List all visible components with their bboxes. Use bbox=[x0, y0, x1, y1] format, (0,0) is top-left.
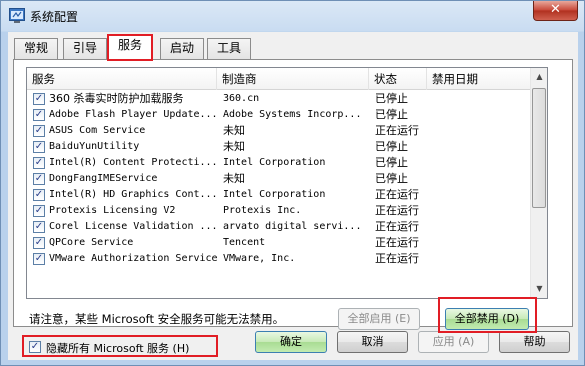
table-row[interactable]: ✓ DongFangIMEService 未知 已停止 bbox=[27, 171, 532, 187]
service-status: 已停止 bbox=[375, 172, 408, 185]
service-manufacturer: Tencent bbox=[223, 237, 266, 248]
enable-all-button[interactable]: 全部启用 (E) bbox=[338, 308, 420, 330]
checkbox-checked-icon[interactable]: ✓ bbox=[29, 341, 41, 353]
table-row[interactable]: ✓ QPCore Service Tencent 正在运行 bbox=[27, 235, 532, 251]
service-name: 360 杀毒实时防护加载服务 bbox=[49, 92, 184, 105]
disable-all-button[interactable]: 全部禁用 (D) bbox=[445, 308, 529, 330]
service-name: QPCore Service bbox=[49, 237, 134, 248]
checkbox-checked-icon[interactable]: ✓ bbox=[33, 125, 45, 137]
service-manufacturer: arvato digital servi... bbox=[223, 221, 362, 232]
table-row[interactable]: ✓ Intel(R) Content Protecti... Intel Cor… bbox=[27, 155, 532, 171]
hide-microsoft-services-checkbox[interactable]: ✓ 隐藏所有 Microsoft 服务 (H) bbox=[22, 335, 218, 357]
checkbox-checked-icon[interactable]: ✓ bbox=[33, 173, 45, 185]
window-title: 系统配置 bbox=[30, 10, 79, 24]
scroll-up-icon[interactable]: ▲ bbox=[532, 69, 547, 85]
service-manufacturer: Intel Corporation bbox=[223, 189, 326, 200]
tab-label: 启动 bbox=[170, 41, 195, 55]
table-row[interactable]: ✓ Intel(R) HD Graphics Cont... Intel Cor… bbox=[27, 187, 532, 203]
cancel-button[interactable]: 取消 bbox=[337, 331, 408, 353]
service-status: 正在运行 bbox=[375, 188, 419, 201]
service-manufacturer: 未知 bbox=[223, 172, 245, 185]
service-rows: ✓ 360 杀毒实时防护加载服务 360.cn 已停止 ✓ Adobe Flas… bbox=[27, 91, 532, 267]
service-manufacturer: 360.cn bbox=[223, 93, 260, 104]
services-list[interactable]: 服务 制造商 状态 禁用日期 ✓ 360 杀毒实时防护加载服务 360.cn 已… bbox=[26, 67, 548, 299]
checkbox-checked-icon[interactable]: ✓ bbox=[33, 253, 45, 265]
service-status: 已停止 bbox=[375, 108, 408, 121]
service-status: 已停止 bbox=[375, 156, 408, 169]
table-row[interactable]: ✓ Corel License Validation ... arvato di… bbox=[27, 219, 532, 235]
service-name: Intel(R) Content Protecti... bbox=[49, 157, 217, 168]
service-manufacturer: VMware, Inc. bbox=[223, 253, 296, 264]
services-panel: 服务 制造商 状态 禁用日期 ✓ 360 杀毒实时防护加载服务 360.cn 已… bbox=[13, 59, 573, 333]
tab-tools[interactable]: 工具 bbox=[207, 38, 252, 59]
table-row[interactable]: ✓ Protexis Licensing V2 Protexis Inc. 正在… bbox=[27, 203, 532, 219]
ok-button[interactable]: 确定 bbox=[255, 331, 327, 353]
help-button[interactable]: 帮助 bbox=[499, 331, 570, 353]
column-header-status[interactable]: 状态 bbox=[369, 68, 427, 90]
checkbox-checked-icon[interactable]: ✓ bbox=[33, 205, 45, 217]
service-name: VMware Authorization Service bbox=[49, 253, 217, 264]
tab-label: 工具 bbox=[217, 41, 242, 55]
service-name: Adobe Flash Player Update... bbox=[49, 109, 217, 120]
system-config-window: 系统配置 ✕ 常规 引导 服务 启动 工具 服务 制造商 状态 禁用日期 ✓ 3… bbox=[0, 0, 585, 366]
checkbox-checked-icon[interactable]: ✓ bbox=[33, 189, 45, 201]
tab-label: 常规 bbox=[24, 41, 49, 55]
tab-general[interactable]: 常规 bbox=[14, 38, 59, 59]
service-status: 正在运行 bbox=[375, 236, 419, 249]
close-icon: ✕ bbox=[550, 2, 561, 17]
column-header-service[interactable]: 服务 bbox=[27, 68, 217, 90]
scrollbar-thumb[interactable] bbox=[532, 88, 546, 208]
service-name: Intel(R) HD Graphics Cont... bbox=[49, 189, 217, 200]
service-manufacturer: Adobe Systems Incorp... bbox=[223, 109, 362, 120]
checkbox-checked-icon[interactable]: ✓ bbox=[33, 237, 45, 249]
close-button[interactable]: ✕ bbox=[533, 1, 578, 21]
service-manufacturer: Intel Corporation bbox=[223, 157, 326, 168]
checkbox-checked-icon[interactable]: ✓ bbox=[33, 157, 45, 169]
tab-startup[interactable]: 启动 bbox=[160, 38, 205, 59]
service-status: 正在运行 bbox=[375, 220, 419, 233]
column-header-manufacturer[interactable]: 制造商 bbox=[217, 68, 369, 90]
table-row[interactable]: ✓ Adobe Flash Player Update... Adobe Sys… bbox=[27, 107, 532, 123]
msconfig-icon bbox=[9, 8, 25, 23]
checkbox-checked-icon[interactable]: ✓ bbox=[33, 109, 45, 121]
tab-services[interactable]: 服务 bbox=[106, 34, 154, 61]
list-header: 服务 制造商 状态 禁用日期 bbox=[27, 68, 532, 90]
table-row[interactable]: ✓ 360 杀毒实时防护加载服务 360.cn 已停止 bbox=[27, 91, 532, 107]
tab-label: 服务 bbox=[118, 38, 143, 52]
service-status: 已停止 bbox=[375, 92, 408, 105]
apply-button[interactable]: 应用 (A) bbox=[418, 331, 489, 353]
security-note: 请注意，某些 Microsoft 安全服务可能无法禁用。 bbox=[29, 312, 285, 326]
service-status: 已停止 bbox=[375, 140, 408, 153]
service-name: BaiduYunUtility bbox=[49, 141, 140, 152]
column-header-disabled-date[interactable]: 禁用日期 bbox=[427, 68, 532, 90]
service-manufacturer: 未知 bbox=[223, 124, 245, 137]
tab-label: 引导 bbox=[73, 41, 98, 55]
checkbox-checked-icon[interactable]: ✓ bbox=[33, 221, 45, 233]
table-row[interactable]: ✓ BaiduYunUtility 未知 已停止 bbox=[27, 139, 532, 155]
tab-boot[interactable]: 引导 bbox=[63, 38, 108, 59]
service-name: DongFangIMEService bbox=[49, 173, 158, 184]
service-status: 正在运行 bbox=[375, 124, 419, 137]
service-manufacturer: Protexis Inc. bbox=[223, 205, 302, 216]
service-name: Protexis Licensing V2 bbox=[49, 205, 176, 216]
checkbox-checked-icon[interactable]: ✓ bbox=[33, 93, 45, 105]
service-manufacturer: 未知 bbox=[223, 140, 245, 153]
service-status: 正在运行 bbox=[375, 252, 419, 265]
table-row[interactable]: ✓ ASUS Com Service 未知 正在运行 bbox=[27, 123, 532, 139]
checkbox-checked-icon[interactable]: ✓ bbox=[33, 141, 45, 153]
table-row[interactable]: ✓ VMware Authorization Service VMware, I… bbox=[27, 251, 532, 267]
title-bar[interactable]: 系统配置 ✕ bbox=[1, 1, 584, 31]
vertical-scrollbar[interactable]: ▲ ▼ bbox=[530, 68, 547, 298]
hide-microsoft-label: 隐藏所有 Microsoft 服务 (H) bbox=[46, 342, 190, 355]
scroll-down-icon[interactable]: ▼ bbox=[532, 281, 547, 297]
service-name: Corel License Validation ... bbox=[49, 221, 217, 232]
service-name: ASUS Com Service bbox=[49, 125, 146, 136]
dialog-client: 常规 引导 服务 启动 工具 服务 制造商 状态 禁用日期 ✓ 360 杀毒实时… bbox=[8, 32, 578, 360]
service-status: 正在运行 bbox=[375, 204, 419, 217]
